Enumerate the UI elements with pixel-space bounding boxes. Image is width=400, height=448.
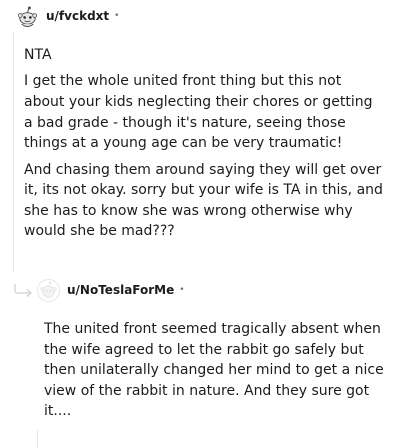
username[interactable]: u/NoTeslaForMe (67, 278, 174, 302)
comment-paragraph: NTA (24, 47, 52, 63)
reply-paragraph: The united front seemed tragically absen… (44, 321, 384, 420)
separator-dot: • (179, 285, 185, 295)
username[interactable]: u/fvckdxt (46, 4, 109, 28)
separator-dot: • (114, 11, 120, 21)
comment-thread: u/fvckdxt • NTA I get the whole united f… (0, 0, 400, 448)
user-avatar[interactable] (16, 4, 39, 28)
reply-branch-icon (14, 284, 33, 298)
snoo-avatar-icon (16, 4, 39, 28)
comment-paragraph: And chasing them around saying they will… (24, 161, 383, 240)
comment-body: NTA I get the whole united front thing b… (24, 45, 384, 248)
comment-paragraph: I get the whole united front thing but t… (24, 73, 373, 152)
thread-line[interactable] (13, 32, 14, 272)
reply-header: u/NoTeslaForMe • (37, 278, 185, 302)
comment-header: u/fvckdxt • (16, 4, 119, 28)
thread-line[interactable] (37, 430, 38, 448)
reply-body: The united front seemed tragically absen… (44, 319, 384, 428)
default-avatar-icon (37, 278, 60, 302)
user-avatar[interactable] (37, 278, 60, 302)
